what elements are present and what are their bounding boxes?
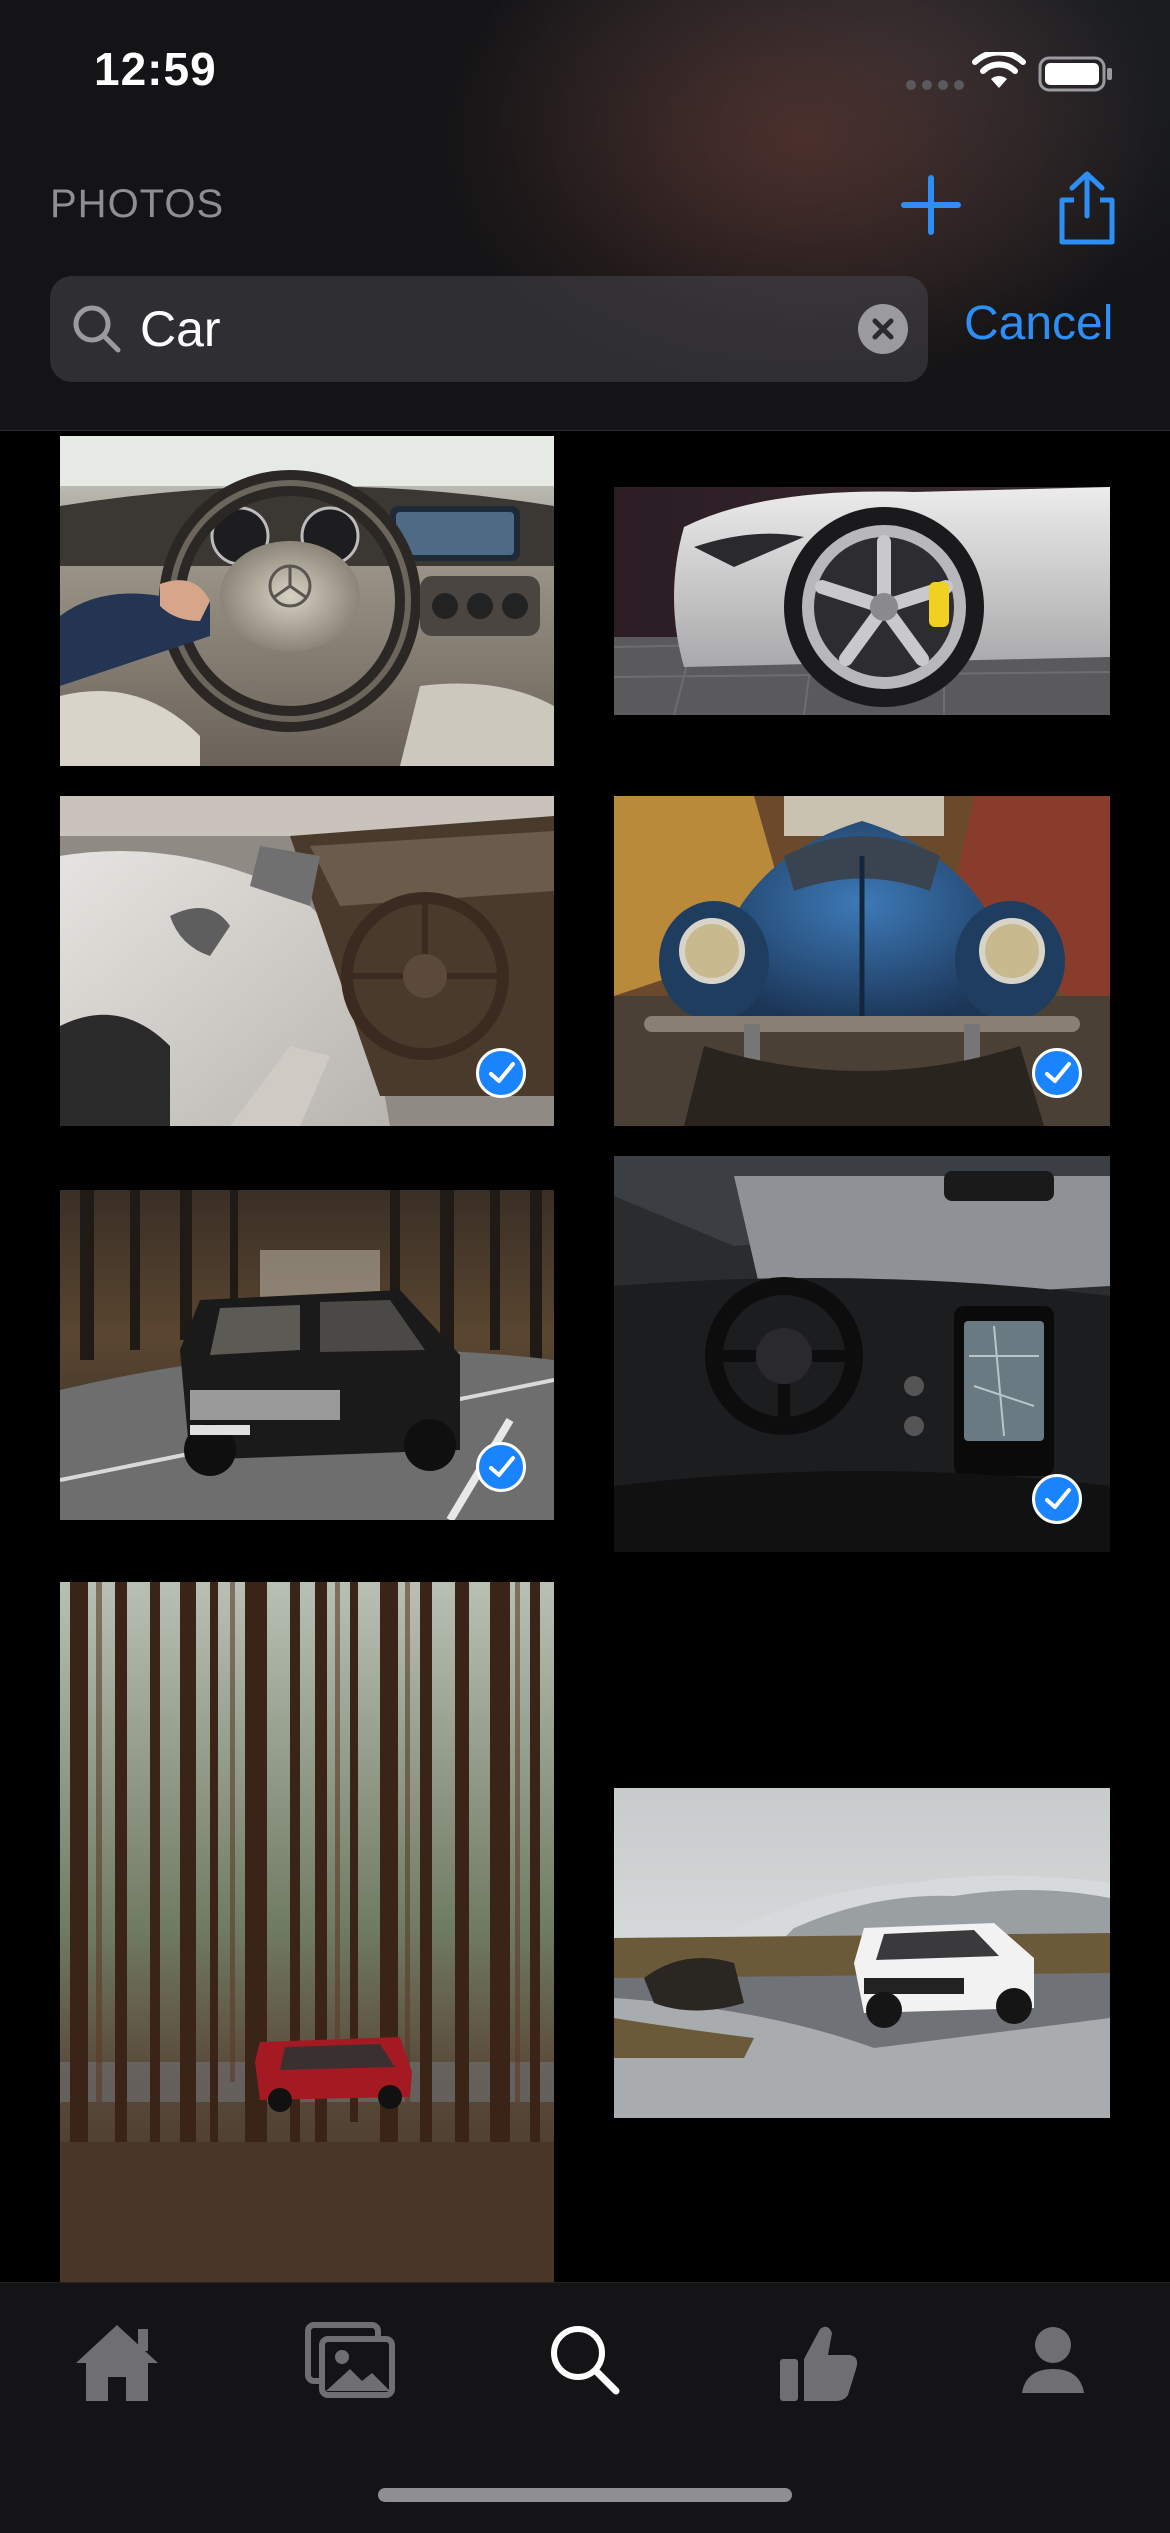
selected-checkmark-badge	[1032, 1048, 1082, 1098]
close-icon	[872, 318, 894, 340]
status-time: 12:59	[94, 43, 217, 95]
photo-thumbnail[interactable]	[60, 1190, 554, 1520]
selected-checkmark-badge	[1032, 1474, 1082, 1524]
tab-search[interactable]	[530, 2311, 640, 2411]
photo-thumbnail[interactable]	[60, 796, 554, 1126]
tab-likes[interactable]	[762, 2311, 872, 2411]
share-icon	[1059, 171, 1115, 245]
checkmark-icon	[489, 1456, 515, 1477]
share-button[interactable]	[1050, 168, 1124, 248]
checkmark-icon	[489, 1062, 515, 1083]
cancel-button[interactable]: Cancel	[964, 296, 1113, 351]
battery-icon	[1038, 56, 1112, 92]
forest-car-image	[60, 1582, 554, 2282]
wifi-icon	[972, 52, 1026, 88]
search-icon	[551, 2326, 620, 2395]
tab-home[interactable]	[62, 2311, 172, 2411]
header: 12:59 PHOTOS Cancel	[0, 0, 1170, 431]
photo-thumbnail[interactable]	[60, 436, 554, 766]
checkmark-icon	[1045, 1488, 1071, 1509]
checkmark-icon	[1045, 1062, 1071, 1083]
sports-car-wheel-image	[614, 487, 1110, 715]
add-button[interactable]	[896, 170, 966, 240]
page-title: PHOTOS	[50, 182, 225, 226]
profile-icon	[1022, 2327, 1084, 2393]
search-field[interactable]	[50, 276, 928, 382]
car-interior-image	[60, 436, 554, 766]
photo-thumbnail[interactable]	[614, 796, 1110, 1126]
selected-checkmark-badge	[476, 1442, 526, 1492]
white-suv-landscape-image	[614, 1788, 1110, 2118]
search-input[interactable]	[140, 294, 880, 364]
selected-checkmark-badge	[476, 1048, 526, 1098]
cellular-signal-icon	[906, 80, 964, 90]
home-icon	[76, 2325, 158, 2401]
thumbs-up-icon	[780, 2326, 858, 2401]
photo-thumbnail[interactable]	[614, 487, 1110, 715]
photo-thumbnail[interactable]	[60, 1582, 554, 2282]
tab-photos[interactable]	[294, 2311, 404, 2411]
tab-profile[interactable]	[998, 2311, 1108, 2411]
search-icon	[73, 305, 121, 353]
photos-icon	[305, 2322, 395, 2398]
photo-thumbnail[interactable]	[614, 1788, 1110, 2118]
plus-icon	[901, 175, 961, 235]
clear-search-button[interactable]	[858, 304, 908, 354]
photo-thumbnail[interactable]	[614, 1156, 1110, 1552]
home-indicator	[378, 2488, 792, 2502]
